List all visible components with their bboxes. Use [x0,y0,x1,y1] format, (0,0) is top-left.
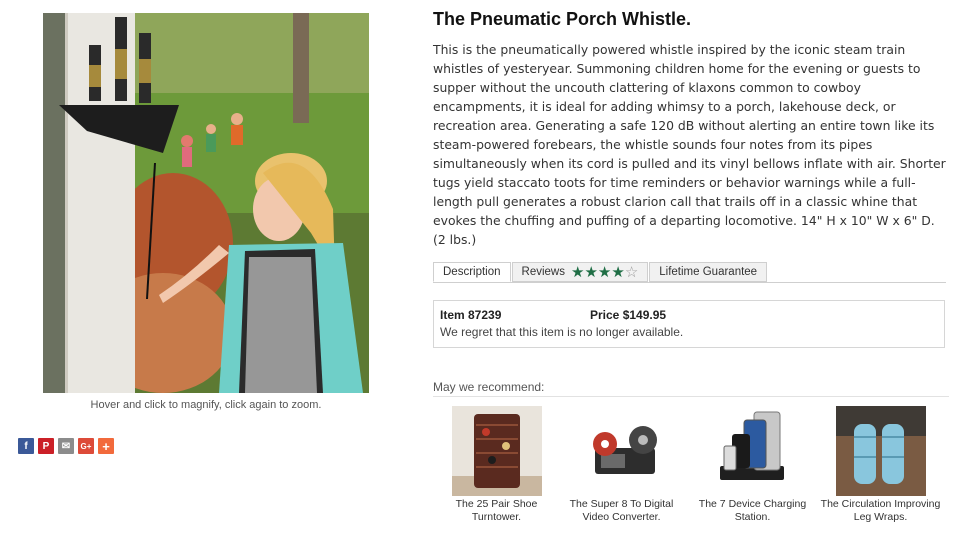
recommend-item-shoe-turntower[interactable]: The 25 Pair Shoe Turntower. [434,406,559,524]
video-converter-image[interactable] [576,406,667,496]
recommend-heading: May we recommend: [433,380,545,394]
star-filled-icon: ★ [611,263,625,281]
product-title: The Pneumatic Porch Whistle. [433,9,692,29]
recommend-divider [433,396,949,397]
charging-station-image[interactable] [707,406,798,496]
star-filled-icon: ★ [584,263,598,281]
magnify-hint: Hover and click to magnify, click again … [90,399,322,411]
product-tabs: Description Reviews ★ ★ ★ ★ ☆ Lifetime Guara… [433,262,768,282]
tab-guarantee-label: Lifetime Guarantee [659,266,758,278]
tab-description[interactable]: Description [433,262,511,282]
shoe-turntower-image[interactable] [451,406,542,496]
tab-description-label: Description [443,266,501,278]
email-icon[interactable]: ✉ [58,438,74,454]
recommend-caption: The 25 Pair Shoe Turntower. [455,498,538,523]
tab-guarantee[interactable]: Lifetime Guarantee [649,262,768,282]
more-icon[interactable]: + [98,438,114,454]
recommend-caption: The Super 8 To Digital Video Converter. [569,498,674,523]
tab-reviews[interactable]: Reviews ★ ★ ★ ★ ☆ [511,262,649,282]
item-info-box: Item 87239 Price $149.95 We regret that … [433,300,945,348]
recommend-item-charging-station[interactable]: The 7 Device Charging Station. [690,406,815,524]
tab-reviews-label: Reviews [521,266,565,278]
recommend-item-video-converter[interactable]: The Super 8 To Digital Video Converter. [559,406,684,524]
recommend-caption: The Circulation Improving Leg Wraps. [820,498,941,523]
item-number: Item 87239 [440,308,502,322]
share-bar: f P ✉ G+ + [18,438,114,454]
recommend-item-leg-wraps[interactable]: The Circulation Improving Leg Wraps. [818,406,943,524]
tabs-divider [433,282,946,283]
product-image[interactable] [43,13,369,393]
rating-stars: ★ ★ ★ ★ ☆ [571,265,638,280]
pinterest-icon[interactable]: P [38,438,54,454]
availability-message: We regret that this item is no longer av… [440,325,684,339]
star-empty-icon: ☆ [624,263,639,281]
product-description: This is the pneumatically powered whistl… [433,42,946,247]
item-price: Price $149.95 [590,308,667,322]
star-filled-icon: ★ [571,263,585,281]
leg-wraps-image[interactable] [835,406,926,496]
star-filled-icon: ★ [597,263,612,281]
google-plus-icon[interactable]: G+ [78,438,94,454]
recommend-caption: The 7 Device Charging Station. [698,498,807,523]
facebook-icon[interactable]: f [18,438,34,454]
